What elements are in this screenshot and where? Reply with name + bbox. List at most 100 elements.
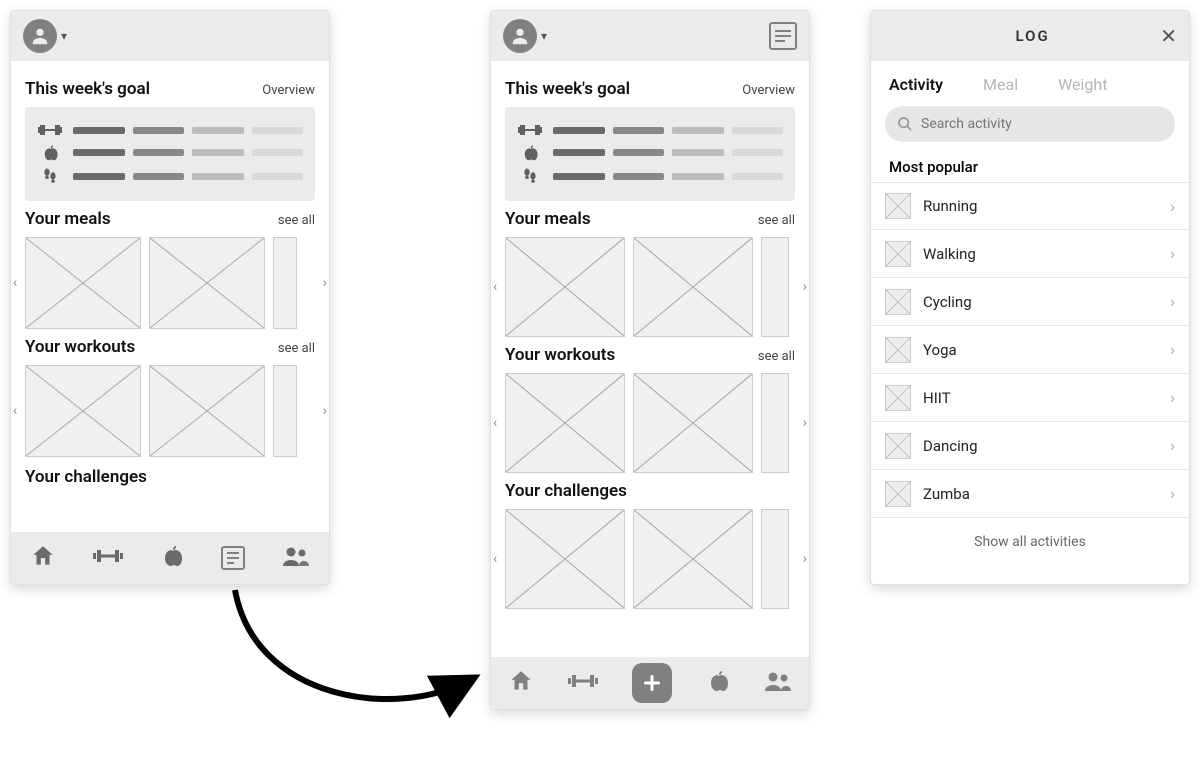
chevron-right-icon: ›: [1170, 484, 1175, 503]
activity-label: Zumba: [923, 485, 1170, 503]
popular-label: Most popular: [871, 148, 1189, 182]
home-content: This week's goal Overview Your meals see…: [491, 61, 809, 657]
search-bar[interactable]: [885, 106, 1175, 142]
nav-workout[interactable]: [93, 547, 123, 569]
workouts-title: Your workouts: [25, 337, 135, 357]
carousel-next[interactable]: ›: [323, 275, 327, 291]
meal-card[interactable]: [25, 237, 141, 329]
carousel-prev[interactable]: ‹: [13, 403, 17, 419]
placeholder-icon: [885, 241, 911, 267]
page-title: LOG: [905, 27, 1160, 45]
chevron-right-icon: ›: [1170, 340, 1175, 359]
show-all-link[interactable]: Show all activities: [871, 518, 1189, 566]
bottom-nav: [11, 532, 329, 584]
carousel-prev[interactable]: ‹: [493, 551, 497, 567]
challenges-title: Your challenges: [505, 481, 627, 501]
carousel-next[interactable]: ›: [803, 415, 807, 431]
tab-meal[interactable]: Meal: [983, 75, 1018, 94]
nav-social[interactable]: [764, 670, 792, 696]
challenge-card[interactable]: [633, 509, 753, 609]
meals-carousel[interactable]: ‹ ›: [505, 237, 795, 337]
steps-icon: [37, 167, 63, 185]
meals-see-all[interactable]: see all: [278, 213, 315, 228]
meal-card-peek[interactable]: [273, 237, 297, 329]
activity-label: Yoga: [923, 341, 1170, 359]
workouts-see-all[interactable]: see all: [758, 349, 795, 364]
carousel-prev[interactable]: ‹: [493, 279, 497, 295]
placeholder-icon: [885, 193, 911, 219]
chevron-right-icon: ›: [1170, 197, 1175, 216]
activity-row[interactable]: Walking›: [871, 230, 1189, 278]
chevron-down-icon: ▾: [541, 29, 547, 43]
screen-log: LOG ✕ Activity Meal Weight Most popular …: [870, 10, 1190, 585]
nav-log[interactable]: [221, 546, 245, 570]
tab-weight[interactable]: Weight: [1058, 75, 1107, 94]
overview-link[interactable]: Overview: [742, 83, 795, 98]
challenges-title: Your challenges: [25, 467, 147, 487]
meal-card-peek[interactable]: [761, 237, 789, 337]
search-input[interactable]: [921, 116, 1163, 132]
nav-social[interactable]: [282, 545, 310, 571]
activity-row[interactable]: HIIT›: [871, 374, 1189, 422]
profile-dropdown[interactable]: ▾: [23, 19, 67, 53]
nav-home[interactable]: [508, 668, 534, 698]
workout-card-peek[interactable]: [273, 365, 297, 457]
workouts-title: Your workouts: [505, 345, 615, 365]
activity-label: Dancing: [923, 437, 1170, 455]
workout-card[interactable]: [505, 373, 625, 473]
chevron-right-icon: ›: [1170, 388, 1175, 407]
screen-original: ▾ This week's goal Overview Your meals s…: [10, 10, 330, 585]
activity-label: HIIT: [923, 389, 1170, 407]
workout-card[interactable]: [25, 365, 141, 457]
placeholder-icon: [885, 433, 911, 459]
flow-arrow-icon: [215, 570, 495, 730]
nav-add-log[interactable]: [632, 663, 672, 703]
workouts-carousel[interactable]: ‹ ›: [505, 373, 795, 473]
activity-row[interactable]: Yoga›: [871, 326, 1189, 374]
placeholder-icon: [885, 337, 911, 363]
activity-list: Running›Walking›Cycling›Yoga›HIIT›Dancin…: [871, 182, 1189, 518]
steps-icon: [517, 167, 543, 185]
meal-card[interactable]: [633, 237, 753, 337]
meals-see-all[interactable]: see all: [758, 213, 795, 228]
activity-label: Cycling: [923, 293, 1170, 311]
profile-dropdown[interactable]: ▾: [503, 19, 547, 53]
meal-card[interactable]: [149, 237, 265, 329]
screen-revised: ▾ This week's goal Overview Your meals s…: [490, 10, 810, 710]
workouts-carousel[interactable]: ‹ ›: [25, 365, 315, 457]
chevron-right-icon: ›: [1170, 244, 1175, 263]
carousel-prev[interactable]: ‹: [13, 275, 17, 291]
barbell-icon: [517, 123, 543, 137]
meals-title: Your meals: [25, 209, 111, 229]
challenge-card[interactable]: [505, 509, 625, 609]
tab-activity[interactable]: Activity: [889, 75, 943, 94]
log-shortcut-button[interactable]: [769, 22, 797, 50]
chevron-down-icon: ▾: [61, 29, 67, 43]
challenges-carousel[interactable]: ‹ ›: [505, 509, 795, 609]
workout-card[interactable]: [149, 365, 265, 457]
avatar-icon: [503, 19, 537, 53]
carousel-next[interactable]: ›: [803, 551, 807, 567]
placeholder-icon: [885, 385, 911, 411]
meals-title: Your meals: [505, 209, 591, 229]
workout-card-peek[interactable]: [761, 373, 789, 473]
nav-home[interactable]: [30, 543, 56, 573]
workouts-see-all[interactable]: see all: [278, 341, 315, 356]
challenge-card-peek[interactable]: [761, 509, 789, 609]
activity-row[interactable]: Zumba›: [871, 470, 1189, 518]
close-button[interactable]: ✕: [1160, 24, 1177, 48]
nav-workout[interactable]: [568, 672, 598, 694]
nav-nutrition[interactable]: [160, 544, 184, 572]
workout-card[interactable]: [633, 373, 753, 473]
meals-carousel[interactable]: ‹ ›: [25, 237, 315, 329]
carousel-next[interactable]: ›: [323, 403, 327, 419]
activity-row[interactable]: Dancing›: [871, 422, 1189, 470]
overview-link[interactable]: Overview: [262, 83, 315, 98]
carousel-prev[interactable]: ‹: [493, 415, 497, 431]
nav-nutrition[interactable]: [706, 669, 730, 697]
activity-row[interactable]: Cycling›: [871, 278, 1189, 326]
activity-row[interactable]: Running›: [871, 182, 1189, 230]
carousel-next[interactable]: ›: [803, 279, 807, 295]
meal-card[interactable]: [505, 237, 625, 337]
apple-icon: [517, 143, 543, 161]
